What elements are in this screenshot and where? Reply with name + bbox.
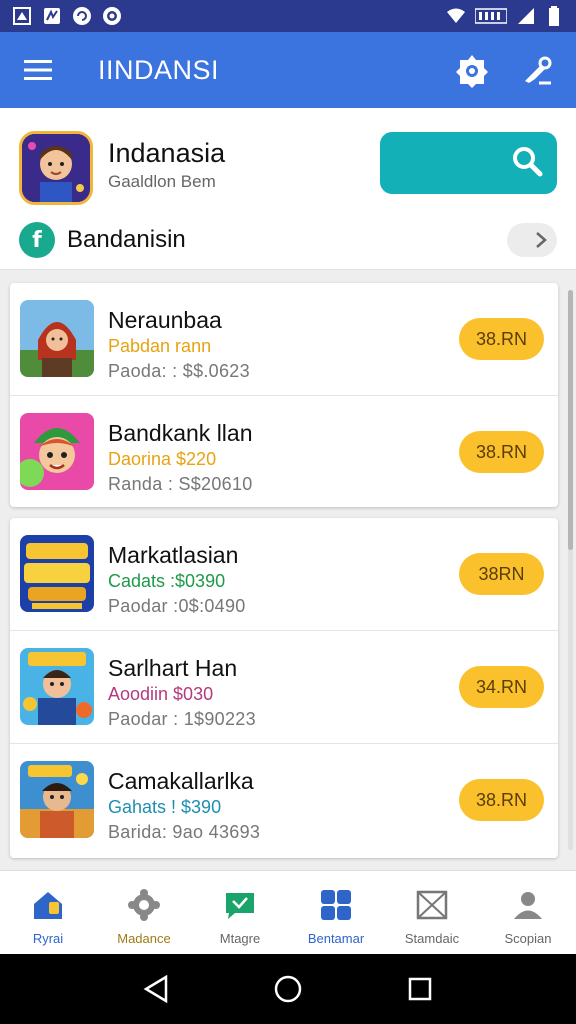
- price-button[interactable]: 38.RN: [459, 431, 544, 473]
- price-button[interactable]: 38RN: [459, 553, 544, 595]
- scrollbar[interactable]: [568, 290, 573, 850]
- app-meta: Randa : S$20610: [108, 474, 253, 494]
- recents-icon[interactable]: [400, 969, 440, 1009]
- featured-app-subtitle: Gaaldlon Bem: [108, 172, 216, 191]
- list-item[interactable]: Bandkank llan Daorina $220 Randa : S$206…: [10, 396, 558, 509]
- app-notification-icon: [42, 6, 62, 26]
- app-list-card: Neraunbaa Pabdan rann Paoda: : $$.0623 3…: [10, 283, 558, 507]
- app-subtitle: Gahats ! $390: [108, 797, 222, 817]
- home-icon: [30, 887, 66, 923]
- app-meta: Paoda: : $$.0623: [108, 361, 250, 381]
- app-name: Sarlhart Han: [108, 655, 238, 681]
- app-logo: [19, 131, 93, 205]
- app-subtitle: Cadats :$0390: [108, 571, 226, 591]
- featured-app-title: Indanasia: [108, 138, 226, 168]
- app-thumbnail: [20, 761, 94, 838]
- search-icon[interactable]: [452, 50, 492, 90]
- facebook-row[interactable]: f Bandanisin: [19, 220, 557, 260]
- notification-icon: [12, 6, 32, 26]
- back-icon[interactable]: [136, 969, 176, 1009]
- app-thumbnail: [20, 535, 94, 612]
- system-nav-bar: [0, 954, 576, 1024]
- nav-tab-stamdaic[interactable]: Stamdaic: [384, 871, 480, 954]
- app-meta: Paodar : 1$90223: [108, 709, 256, 729]
- app-name: Camakallarlka: [108, 768, 254, 794]
- app-meta: Paodar :0$:0490: [108, 596, 246, 616]
- list-item[interactable]: Markatlasian Cadats :$0390 Paodar :0$:04…: [10, 518, 558, 631]
- app-name: Bandkank llan: [108, 420, 253, 446]
- sync-icon: [72, 6, 92, 26]
- price-button[interactable]: 38.RN: [459, 779, 544, 821]
- gear-icon: [126, 887, 162, 923]
- home-circle-icon[interactable]: [268, 969, 308, 1009]
- wifi-icon: [446, 6, 466, 26]
- app-thumbnail: [20, 413, 94, 490]
- app-bar: IINDANSI: [0, 32, 576, 108]
- status-bar: [0, 0, 576, 32]
- battery-icon: [544, 6, 564, 26]
- record-icon: [102, 6, 122, 26]
- mail-icon: [414, 887, 450, 923]
- chat-icon: [222, 887, 258, 923]
- grid-icon: [318, 887, 354, 923]
- app-name: Neraunbaa: [108, 307, 222, 333]
- app-title: IINDANSI: [98, 54, 220, 85]
- nav-label: Stamdaic: [404, 931, 460, 946]
- person-icon: [510, 887, 546, 923]
- facebook-label: Bandanisin: [67, 226, 186, 253]
- app-thumbnail: [20, 300, 94, 377]
- app-subtitle: Pabdan rann: [108, 336, 212, 356]
- nav-tab-mtagre[interactable]: Mtagre: [192, 871, 288, 954]
- app-subtitle: Aoodiin $030: [108, 684, 214, 704]
- nav-label: Bentamar: [307, 931, 365, 946]
- app-thumbnail: [20, 648, 94, 725]
- search-button[interactable]: [380, 132, 557, 194]
- menu-icon[interactable]: [18, 50, 58, 90]
- nav-label: Scopian: [504, 931, 552, 946]
- nav-tab-ryrai[interactable]: Ryrai: [0, 871, 96, 954]
- nav-label: Madance: [117, 931, 171, 946]
- nav-label: Mtagre: [219, 931, 261, 946]
- nav-tab-madance[interactable]: Madance: [96, 871, 192, 954]
- chevron-right-icon[interactable]: [507, 223, 557, 257]
- signal-icon: [516, 6, 536, 26]
- magnifier-icon: [511, 145, 543, 182]
- list-item[interactable]: Camakallarlka Gahats ! $390 Barida: 9ao …: [10, 744, 558, 857]
- app-name: Markatlasian: [108, 542, 239, 568]
- app-meta: Barida: 9ao 43693: [108, 822, 261, 842]
- bottom-nav: Ryrai Madance Mtagre Bentamar Stamdaic S…: [0, 870, 576, 954]
- scrollbar-thumb[interactable]: [568, 290, 573, 550]
- facebook-icon: f: [19, 222, 55, 258]
- price-button[interactable]: 38.RN: [459, 318, 544, 360]
- app-list-card: Markatlasian Cadats :$0390 Paodar :0$:04…: [10, 518, 558, 858]
- edit-icon[interactable]: [518, 50, 558, 90]
- list-item[interactable]: Sarlhart Han Aoodiin $030 Paodar : 1$902…: [10, 631, 558, 744]
- nav-label: Ryrai: [32, 931, 64, 946]
- header-card: Indanasia Gaaldlon Bem f Bandanisin: [0, 108, 576, 270]
- nav-tab-scopian[interactable]: Scopian: [480, 871, 576, 954]
- list-item[interactable]: Neraunbaa Pabdan rann Paoda: : $$.0623 3…: [10, 283, 558, 396]
- app-subtitle: Daorina $220: [108, 449, 217, 469]
- nav-tab-bentamar[interactable]: Bentamar: [288, 871, 384, 954]
- price-button[interactable]: 34.RN: [459, 666, 544, 708]
- vibrate-icon: [474, 6, 508, 26]
